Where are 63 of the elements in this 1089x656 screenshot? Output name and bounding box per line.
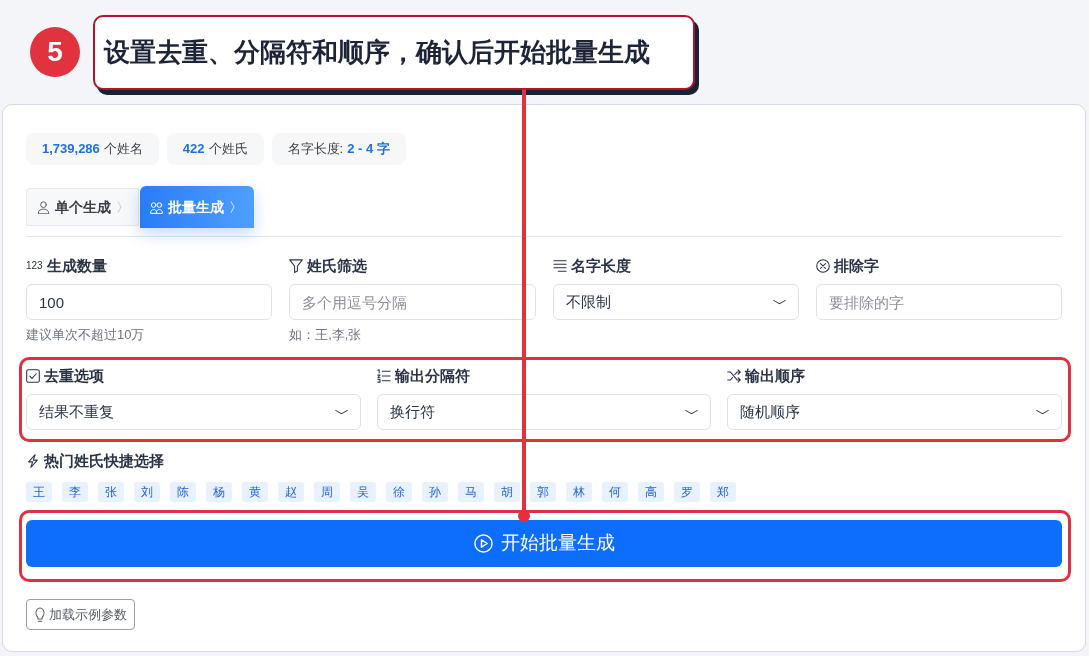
stat-summary: 名字长度: 2 - 4 字 [271,133,406,165]
surname-chip[interactable]: 郭 [530,482,556,502]
select-field[interactable]: 结果不重复 [26,394,361,430]
people-icon [150,200,163,214]
help-text: 如：王,李,张 [289,326,363,344]
surname-chip[interactable]: 何 [602,482,628,502]
select-field[interactable]: 随机顺序 [727,394,1062,430]
surname-chip[interactable]: 马 [458,482,484,502]
chevron-down-icon [772,298,786,306]
field-label: 姓氏筛选 [307,255,368,276]
field-label: 名字长度 [570,255,631,276]
step-number: 5 [30,27,80,77]
surname-chip[interactable]: 刘 [134,482,160,502]
lightning-icon [26,454,40,468]
digits-icon: 123 [26,261,43,271]
mode-tab[interactable]: 批量生成 [140,186,254,228]
generate-button[interactable]: 开始批量生成 [26,520,1062,567]
surname-chip[interactable]: 杨 [206,482,232,502]
checkbox-icon [26,369,40,383]
surname-chip[interactable]: 孙 [422,482,448,502]
select-field[interactable]: 换行符 [376,394,712,430]
surname-chip[interactable]: 陈 [170,482,196,502]
chevron-down-icon [685,408,699,416]
surname-chip[interactable]: 高 [638,482,664,502]
play-icon [473,534,493,553]
select-field[interactable]: 不限制 [552,284,799,320]
field-label: 排除字 [833,255,879,276]
lines-icon [552,259,567,273]
surname-chip[interactable]: 黄 [242,482,268,502]
chevron-down-icon [334,408,348,416]
surname-chip[interactable]: 郑 [710,482,736,502]
field-label: 生成数量 [46,255,107,276]
surname-chip[interactable]: 周 [314,482,340,502]
stat-summary: 422 个姓氏 [166,133,264,165]
field-label: 去重选项 [44,365,104,386]
surname-chip[interactable]: 罗 [674,482,700,502]
mode-tab[interactable]: 单个生成 [26,188,139,226]
load-example-button[interactable]: 加载示例参数 [26,599,135,630]
funnel-icon [289,259,304,273]
shuffle-icon [727,369,742,383]
close-circle-icon [815,259,830,273]
help-text: 建议单次不超过10万 [26,326,146,344]
surname-chip[interactable]: 王 [26,482,52,502]
surname-chip[interactable]: 赵 [278,482,304,502]
surname-chip[interactable]: 李 [62,482,88,502]
chevron-right-icon [229,201,236,213]
stat-summary: 1,739,286 个姓名 [26,133,159,165]
text-input[interactable]: 100 [26,284,273,320]
surname-chip[interactable]: 胡 [494,482,520,502]
surname-chip[interactable]: 吴 [350,482,376,502]
person-icon [37,200,50,214]
chevron-right-icon [116,201,123,213]
field-label: 输出分隔符 [394,365,470,386]
surname-chip[interactable]: 张 [98,482,124,502]
text-input[interactable]: 要排除的字 [815,284,1062,320]
surname-chip[interactable]: 林 [566,482,592,502]
field-label: 输出顺序 [745,365,806,386]
lightbulb-icon [34,607,46,622]
chevron-down-icon [1036,408,1049,416]
text-input[interactable]: 多个用逗号分隔 [289,284,536,320]
numbered-list-icon [376,369,391,383]
surname-chip[interactable]: 徐 [386,482,412,502]
field-label: 热门姓氏快捷选择 [44,450,164,471]
